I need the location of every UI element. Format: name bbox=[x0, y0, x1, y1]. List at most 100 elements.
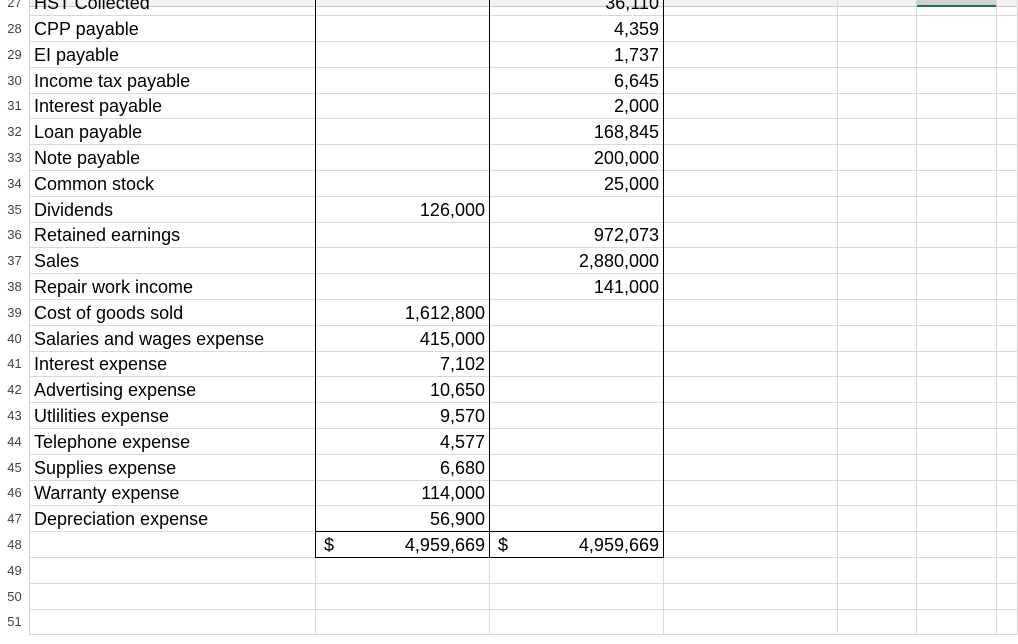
account-name-cell[interactable]: Interest expense bbox=[30, 351, 316, 378]
credit-cell[interactable]: 2,880,000 bbox=[490, 248, 664, 275]
empty-cell[interactable] bbox=[838, 325, 917, 352]
empty-cell[interactable] bbox=[664, 41, 838, 68]
debit-cell[interactable] bbox=[316, 557, 490, 584]
debit-cell[interactable] bbox=[316, 93, 490, 120]
empty-cell[interactable] bbox=[997, 16, 1018, 42]
empty-cell[interactable] bbox=[838, 351, 917, 378]
empty-cell[interactable] bbox=[917, 170, 997, 197]
empty-cell[interactable] bbox=[997, 377, 1018, 404]
empty-cell[interactable] bbox=[838, 119, 917, 146]
row-number[interactable]: 33 bbox=[0, 145, 30, 171]
row-number[interactable]: 42 bbox=[0, 377, 30, 404]
empty-cell[interactable] bbox=[917, 532, 997, 558]
debit-cell[interactable] bbox=[316, 67, 490, 94]
credit-cell[interactable] bbox=[490, 325, 664, 352]
empty-cell[interactable] bbox=[917, 248, 997, 275]
empty-cell[interactable] bbox=[838, 41, 917, 68]
debit-cell[interactable]: 10,650 bbox=[316, 377, 490, 404]
empty-cell[interactable] bbox=[838, 609, 917, 636]
account-name-cell[interactable]: EI payable bbox=[30, 41, 316, 68]
credit-cell[interactable] bbox=[490, 480, 664, 507]
account-name-cell[interactable]: Common stock bbox=[30, 170, 316, 197]
empty-cell[interactable] bbox=[664, 454, 838, 481]
credit-cell[interactable] bbox=[490, 403, 664, 429]
row-number[interactable]: 27 bbox=[0, 0, 30, 17]
empty-cell[interactable] bbox=[838, 299, 917, 326]
account-name-cell[interactable]: Retained earnings bbox=[30, 222, 316, 249]
empty-cell[interactable] bbox=[838, 170, 917, 197]
debit-cell[interactable]: 9,570 bbox=[316, 403, 490, 429]
empty-cell[interactable] bbox=[917, 196, 997, 223]
empty-cell[interactable] bbox=[917, 145, 997, 171]
empty-cell[interactable] bbox=[838, 532, 917, 558]
empty-cell[interactable] bbox=[997, 428, 1018, 455]
empty-cell[interactable] bbox=[664, 16, 838, 42]
credit-cell[interactable]: 141,000 bbox=[490, 274, 664, 300]
empty-cell[interactable] bbox=[664, 506, 838, 533]
credit-cell[interactable] bbox=[490, 506, 664, 533]
account-name-cell[interactable]: HST Collected bbox=[30, 0, 316, 17]
empty-cell[interactable] bbox=[838, 480, 917, 507]
credit-cell[interactable]: 200,000 bbox=[490, 145, 664, 171]
account-name-cell[interactable] bbox=[30, 583, 316, 610]
empty-cell[interactable] bbox=[664, 583, 838, 610]
row-number[interactable]: 47 bbox=[0, 506, 30, 533]
row-number[interactable]: 30 bbox=[0, 67, 30, 94]
credit-cell[interactable]: 168,845 bbox=[490, 119, 664, 146]
empty-cell[interactable] bbox=[997, 403, 1018, 429]
empty-cell[interactable] bbox=[917, 41, 997, 68]
row-number[interactable]: 35 bbox=[0, 196, 30, 223]
row-number[interactable]: 37 bbox=[0, 248, 30, 275]
empty-cell[interactable] bbox=[664, 480, 838, 507]
row-number[interactable]: 49 bbox=[0, 557, 30, 584]
empty-cell[interactable] bbox=[917, 403, 997, 429]
account-name-cell[interactable]: Advertising expense bbox=[30, 377, 316, 404]
empty-cell[interactable] bbox=[664, 403, 838, 429]
credit-cell[interactable]: 972,073 bbox=[490, 222, 664, 249]
debit-cell[interactable] bbox=[316, 609, 490, 636]
row-number[interactable]: 28 bbox=[0, 16, 30, 42]
empty-cell[interactable] bbox=[997, 145, 1018, 171]
row-number[interactable]: 32 bbox=[0, 119, 30, 146]
empty-cell[interactable] bbox=[664, 248, 838, 275]
empty-cell[interactable] bbox=[664, 377, 838, 404]
empty-cell[interactable] bbox=[917, 480, 997, 507]
debit-cell[interactable] bbox=[316, 119, 490, 146]
empty-cell[interactable] bbox=[838, 454, 917, 481]
empty-cell[interactable] bbox=[664, 222, 838, 249]
empty-cell[interactable] bbox=[838, 403, 917, 429]
account-name-cell[interactable]: Sales bbox=[30, 248, 316, 275]
empty-cell[interactable] bbox=[997, 325, 1018, 352]
empty-cell[interactable] bbox=[664, 67, 838, 94]
debit-cell[interactable] bbox=[316, 583, 490, 610]
empty-cell[interactable] bbox=[838, 67, 917, 94]
row-number[interactable]: 44 bbox=[0, 428, 30, 455]
account-name-cell[interactable]: Telephone expense bbox=[30, 428, 316, 455]
credit-cell[interactable]: 4,359 bbox=[490, 16, 664, 42]
empty-cell[interactable] bbox=[838, 0, 917, 17]
empty-cell[interactable] bbox=[997, 67, 1018, 94]
account-name-cell[interactable]: CPP payable bbox=[30, 16, 316, 42]
empty-cell[interactable] bbox=[664, 170, 838, 197]
credit-cell[interactable] bbox=[490, 454, 664, 481]
credit-cell[interactable] bbox=[490, 557, 664, 584]
credit-cell[interactable] bbox=[490, 299, 664, 326]
empty-cell[interactable] bbox=[997, 222, 1018, 249]
credit-cell[interactable] bbox=[490, 609, 664, 636]
account-name-cell[interactable]: Dividends bbox=[30, 196, 316, 223]
credit-cell[interactable] bbox=[490, 351, 664, 378]
empty-cell[interactable] bbox=[997, 454, 1018, 481]
account-name-cell[interactable]: Repair work income bbox=[30, 274, 316, 300]
empty-cell[interactable] bbox=[997, 41, 1018, 68]
account-name-cell[interactable]: Salaries and wages expense bbox=[30, 325, 316, 352]
empty-cell[interactable] bbox=[664, 0, 838, 17]
debit-cell[interactable]: 56,900 bbox=[316, 506, 490, 533]
credit-cell[interactable] bbox=[490, 196, 664, 223]
debit-cell[interactable] bbox=[316, 0, 490, 17]
empty-cell[interactable] bbox=[838, 93, 917, 120]
account-name-cell[interactable]: Depreciation expense bbox=[30, 506, 316, 533]
empty-cell[interactable] bbox=[838, 248, 917, 275]
empty-cell[interactable] bbox=[997, 480, 1018, 507]
account-name-cell[interactable]: Utlilities expense bbox=[30, 403, 316, 429]
empty-cell[interactable] bbox=[997, 557, 1018, 584]
